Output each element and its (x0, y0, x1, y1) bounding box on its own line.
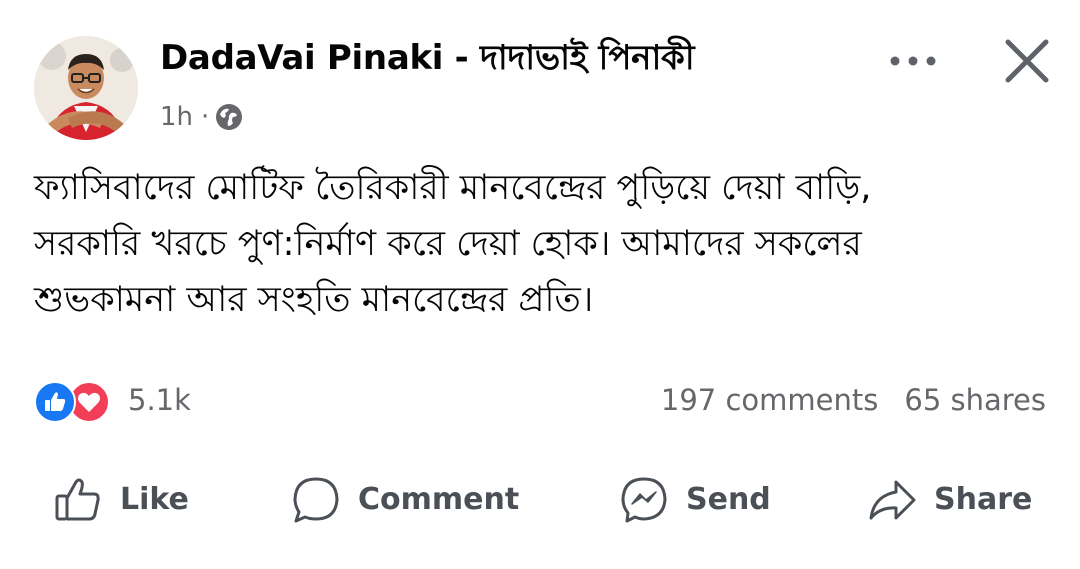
post-timestamp[interactable]: 1h (160, 100, 193, 134)
post-text: ফ্যাসিবাদের মোটিফ তৈরিকারী মানবেন্দ্রের … (34, 160, 1054, 328)
comments-count[interactable]: 197 comments (661, 380, 878, 420)
more-dots-icon (890, 56, 936, 66)
share-button[interactable]: Share (866, 470, 1032, 530)
post-stats: 197 comments 65 shares (661, 380, 1046, 420)
close-icon (1005, 39, 1049, 83)
like-button[interactable]: Like (52, 470, 189, 530)
author-name[interactable]: DadaVai Pinaki - দাদাভাই পিনাকী (160, 36, 695, 80)
comment-label: Comment (358, 482, 520, 517)
share-label: Share (934, 482, 1033, 517)
comment-button[interactable]: Comment (290, 470, 519, 530)
send-button[interactable]: Send (618, 470, 771, 530)
like-reaction-icon (34, 381, 76, 423)
like-label: Like (120, 482, 189, 517)
reactions-summary[interactable]: 5.1k (34, 380, 191, 423)
post-meta: 1h · (160, 100, 243, 134)
facebook-post: DadaVai Pinaki - দাদাভাই পিনাকী 1h · ফ্য… (0, 0, 1080, 569)
send-label: Send (686, 482, 771, 517)
share-arrow-icon (869, 480, 916, 520)
reaction-count: 5.1k (128, 383, 191, 417)
shares-count[interactable]: 65 shares (904, 380, 1046, 420)
messenger-icon (621, 477, 667, 523)
more-options-button[interactable] (880, 46, 946, 76)
post-text-line: ফ্যাসিবাদের মোটিফ তৈরিকারী মানবেন্দ্রের … (34, 168, 872, 208)
thumbs-up-icon (55, 478, 100, 521)
reaction-icons (34, 380, 118, 423)
post-text-line: সরকারি খরচে পুণ:নির্মাণ করে দেয়া হোক। আ… (34, 224, 862, 264)
action-bar: Like Comment Send Share (0, 470, 1080, 530)
close-button[interactable] (1002, 36, 1052, 86)
globe-icon[interactable] (215, 103, 243, 131)
post-text-line: শুভকামনা আর সংহতি মানবেন্দ্রের প্রতি। (34, 280, 594, 320)
comment-bubble-icon (293, 477, 339, 523)
meta-separator: · (201, 102, 210, 132)
author-avatar[interactable] (34, 36, 138, 140)
